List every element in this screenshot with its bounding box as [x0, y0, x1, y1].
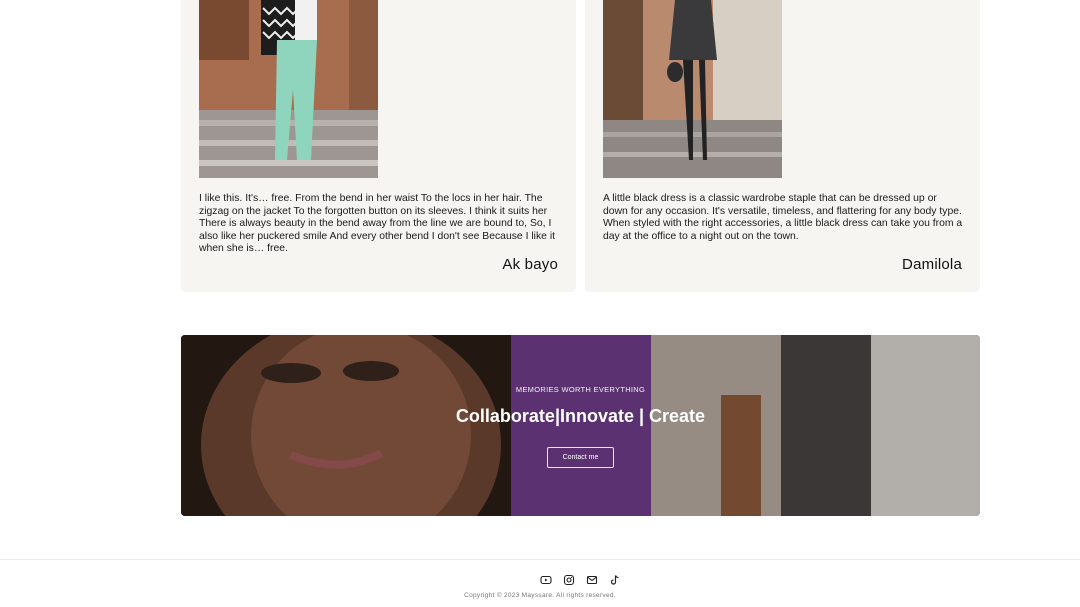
testimonial-card: I like this. It's… free. From the bend i…: [181, 0, 576, 292]
cta-banner: MEMORIES WORTH EVERYTHING Collaborate|In…: [181, 335, 980, 516]
mail-icon[interactable]: [586, 574, 598, 586]
testimonial-author: Damilola: [902, 256, 962, 273]
contact-me-button[interactable]: Contact me: [547, 447, 614, 468]
banner-kicker: MEMORIES WORTH EVERYTHING: [515, 385, 646, 394]
social-links: [540, 574, 621, 586]
copyright-text: Copyright © 2023 Mayssare. All rights re…: [464, 592, 616, 599]
youtube-icon[interactable]: [540, 574, 552, 586]
testimonial-photo: [603, 0, 782, 178]
banner-title: Collaborate|Innovate | Create: [455, 406, 706, 426]
tiktok-icon[interactable]: [609, 574, 621, 586]
testimonial-quote: I like this. It's… free. From the bend i…: [199, 193, 556, 255]
testimonial-photo: [199, 0, 378, 178]
testimonial-author: Ak bayo: [502, 256, 558, 273]
footer: Copyright © 2023 Mayssare. All rights re…: [0, 559, 1080, 607]
instagram-icon[interactable]: [563, 574, 575, 586]
testimonial-card: A little black dress is a classic wardro…: [585, 0, 980, 292]
testimonial-quote: A little black dress is a classic wardro…: [603, 193, 963, 242]
page: I like this. It's… free. From the bend i…: [0, 0, 1080, 607]
